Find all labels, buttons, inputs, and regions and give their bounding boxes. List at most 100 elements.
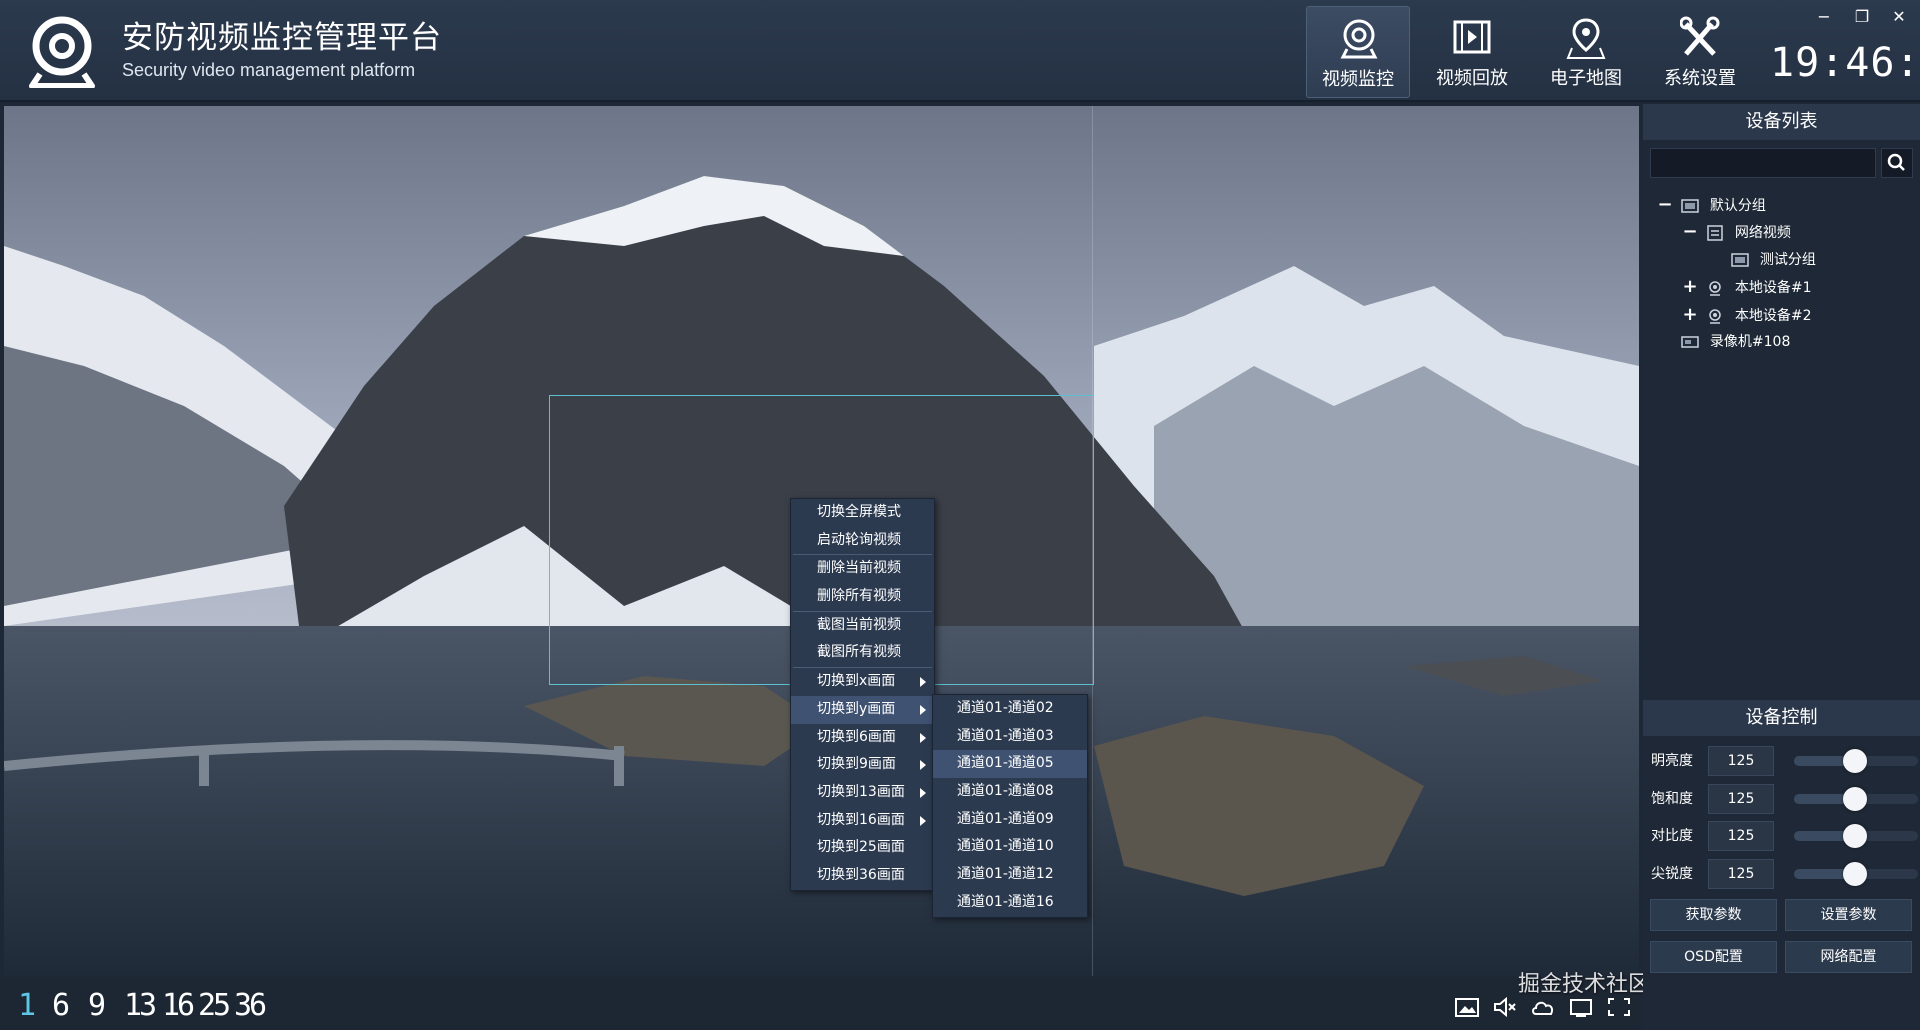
get-params-button[interactable]: 获取参数 <box>1650 899 1777 931</box>
menu-item-snapshot-all[interactable]: 截图所有视频 <box>791 639 934 667</box>
nav-label: 视频监控 <box>1322 69 1394 90</box>
cloud-icon[interactable] <box>1530 996 1556 1018</box>
menu-item-switch-16[interactable]: 切换到16画面 <box>791 807 934 835</box>
param-label: 饱和度 <box>1651 791 1693 807</box>
submenu-item-channel[interactable]: 通道01-通道02 <box>933 695 1087 723</box>
minimize-button[interactable]: − <box>1813 6 1835 28</box>
slider-thumb[interactable] <box>1842 787 1867 811</box>
param-value-box[interactable]: 125 <box>1708 821 1774 851</box>
submenu-item-channel[interactable]: 通道01-通道09 <box>933 806 1087 834</box>
tree-node-label: 测试分组 <box>1759 252 1816 268</box>
osd-config-button[interactable]: OSD配置 <box>1650 941 1777 973</box>
menu-item-snapshot-current[interactable]: 截图当前视频 <box>791 612 934 640</box>
layout-button-16[interactable]: 16 <box>162 988 195 1023</box>
layout-button-25[interactable]: 25 <box>198 988 231 1023</box>
map-pin-icon <box>1566 18 1606 59</box>
submenu-item-channel[interactable]: 通道01-通道10 <box>933 833 1087 861</box>
restore-button[interactable]: ❐ <box>1851 6 1873 28</box>
tree-node-default-group[interactable]: − 默认分组 <box>1657 192 1765 218</box>
device-search-input[interactable] <box>1650 148 1876 178</box>
layout-button-36[interactable]: 36 <box>234 988 267 1023</box>
tree-node-label: 本地设备#2 <box>1734 308 1812 324</box>
folder-icon <box>1707 225 1724 241</box>
network-config-button[interactable]: 网络配置 <box>1785 941 1912 973</box>
param-value-box[interactable]: 125 <box>1708 746 1774 776</box>
tree-node-test-group[interactable]: 测试分组 <box>1707 247 1816 273</box>
mute-icon[interactable] <box>1492 996 1518 1018</box>
tree-node-network-video[interactable]: − 网络视频 <box>1682 219 1791 245</box>
submenu-arrow-icon <box>920 732 926 743</box>
submenu-item-channel[interactable]: 通道01-通道12 <box>933 861 1087 889</box>
nav-label: 系统设置 <box>1664 68 1736 89</box>
film-icon <box>1453 20 1491 54</box>
slider-thumb[interactable] <box>1842 749 1867 773</box>
layout-toolbar: 1 6 9 13 16 25 36 <box>0 978 1640 1030</box>
clock: 19:46:55 <box>1770 40 1920 86</box>
camera-icon <box>1340 19 1378 59</box>
menu-item-switch-9[interactable]: 切换到9画面 <box>791 751 934 779</box>
menu-item-switch-13[interactable]: 切换到13画面 <box>791 779 934 807</box>
slider-thumb[interactable] <box>1842 824 1867 848</box>
context-menu: 切换全屏模式 启动轮询视频 删除当前视频 删除所有视频 截图当前视频 截图所有视… <box>790 498 935 891</box>
recorder-icon <box>1681 336 1700 348</box>
layout-button-13[interactable]: 13 <box>124 988 157 1023</box>
submenu-arrow-icon <box>920 760 926 771</box>
tree-node-local-device-2[interactable]: + 本地设备#2 <box>1682 302 1812 328</box>
submenu-arrow-icon <box>920 704 926 715</box>
menu-item-switch-y[interactable]: 切换到y画面 <box>791 695 934 724</box>
tree-node-recorder-108[interactable]: 录像机#108 <box>1657 329 1790 355</box>
submenu-arrow-icon <box>920 677 926 688</box>
param-value-box[interactable]: 125 <box>1708 859 1774 889</box>
param-value-box[interactable]: 125 <box>1708 784 1774 814</box>
submenu-item-channel[interactable]: 通道01-通道16 <box>933 889 1087 917</box>
collapse-toggle[interactable]: − <box>1682 219 1698 245</box>
nav-label: 电子地图 <box>1550 68 1622 89</box>
device-control-title: 设备控制 <box>1643 700 1920 736</box>
submenu-item-channel[interactable]: 通道01-通道03 <box>933 723 1087 751</box>
menu-item-label: 切换到y画面 <box>817 700 896 717</box>
brightness-slider[interactable] <box>1794 749 1918 773</box>
expand-toggle[interactable]: + <box>1682 274 1698 300</box>
menu-item-switch-6[interactable]: 切换到6画面 <box>791 724 934 752</box>
collapse-toggle[interactable]: − <box>1657 192 1673 218</box>
menu-item-delete-all[interactable]: 删除所有视频 <box>791 583 934 611</box>
set-params-button[interactable]: 设置参数 <box>1785 899 1912 931</box>
menu-item-fullscreen[interactable]: 切换全屏模式 <box>791 499 934 527</box>
menu-item-label: 切换到9画面 <box>817 756 896 773</box>
layout-button-9[interactable]: 9 <box>88 988 106 1023</box>
submenu-item-channel[interactable]: 通道01-通道05 <box>933 750 1087 779</box>
slider-thumb[interactable] <box>1842 862 1867 886</box>
submenu-arrow-icon <box>920 787 926 798</box>
close-button[interactable]: ✕ <box>1888 6 1910 28</box>
search-button[interactable] <box>1881 148 1913 178</box>
submenu-item-channel[interactable]: 通道01-通道08 <box>933 778 1087 806</box>
snapshot-icon[interactable] <box>1454 996 1480 1018</box>
menu-item-switch-x[interactable]: 切换到x画面 <box>791 668 934 696</box>
expand-toggle[interactable]: + <box>1682 302 1698 328</box>
saturation-slider[interactable] <box>1794 787 1918 811</box>
param-label: 对比度 <box>1651 828 1693 844</box>
contrast-slider[interactable] <box>1794 824 1918 848</box>
tree-node-local-device-1[interactable]: + 本地设备#1 <box>1682 274 1812 300</box>
layout-button-6[interactable]: 6 <box>52 988 70 1023</box>
menu-item-start-polling[interactable]: 启动轮询视频 <box>791 527 934 555</box>
nav-electronic-map[interactable]: 电子地图 <box>1534 6 1638 98</box>
group-icon <box>1731 253 1750 267</box>
tree-node-label: 网络视频 <box>1734 225 1791 241</box>
webcam-icon <box>1709 309 1722 324</box>
sharpness-slider[interactable] <box>1794 862 1918 886</box>
nav-video-playback[interactable]: 视频回放 <box>1420 6 1524 98</box>
menu-item-switch-25[interactable]: 切换到25画面 <box>791 834 934 862</box>
app-title: 安防视频监控管理平台 <box>122 20 442 56</box>
fullscreen-icon[interactable] <box>1606 996 1632 1018</box>
menu-item-switch-36[interactable]: 切换到36画面 <box>791 862 934 890</box>
menu-item-delete-current[interactable]: 删除当前视频 <box>791 555 934 583</box>
tree-node-label: 本地设备#1 <box>1734 280 1812 296</box>
nav-system-settings[interactable]: 系统设置 <box>1648 6 1752 98</box>
layout-button-1[interactable]: 1 <box>18 988 36 1023</box>
record-icon[interactable] <box>1568 996 1594 1018</box>
nav-video-monitor[interactable]: 视频监控 <box>1306 6 1410 98</box>
nav-label: 视频回放 <box>1436 68 1508 89</box>
menu-item-label: 切换到16画面 <box>817 811 905 828</box>
param-label: 明亮度 <box>1651 753 1693 769</box>
